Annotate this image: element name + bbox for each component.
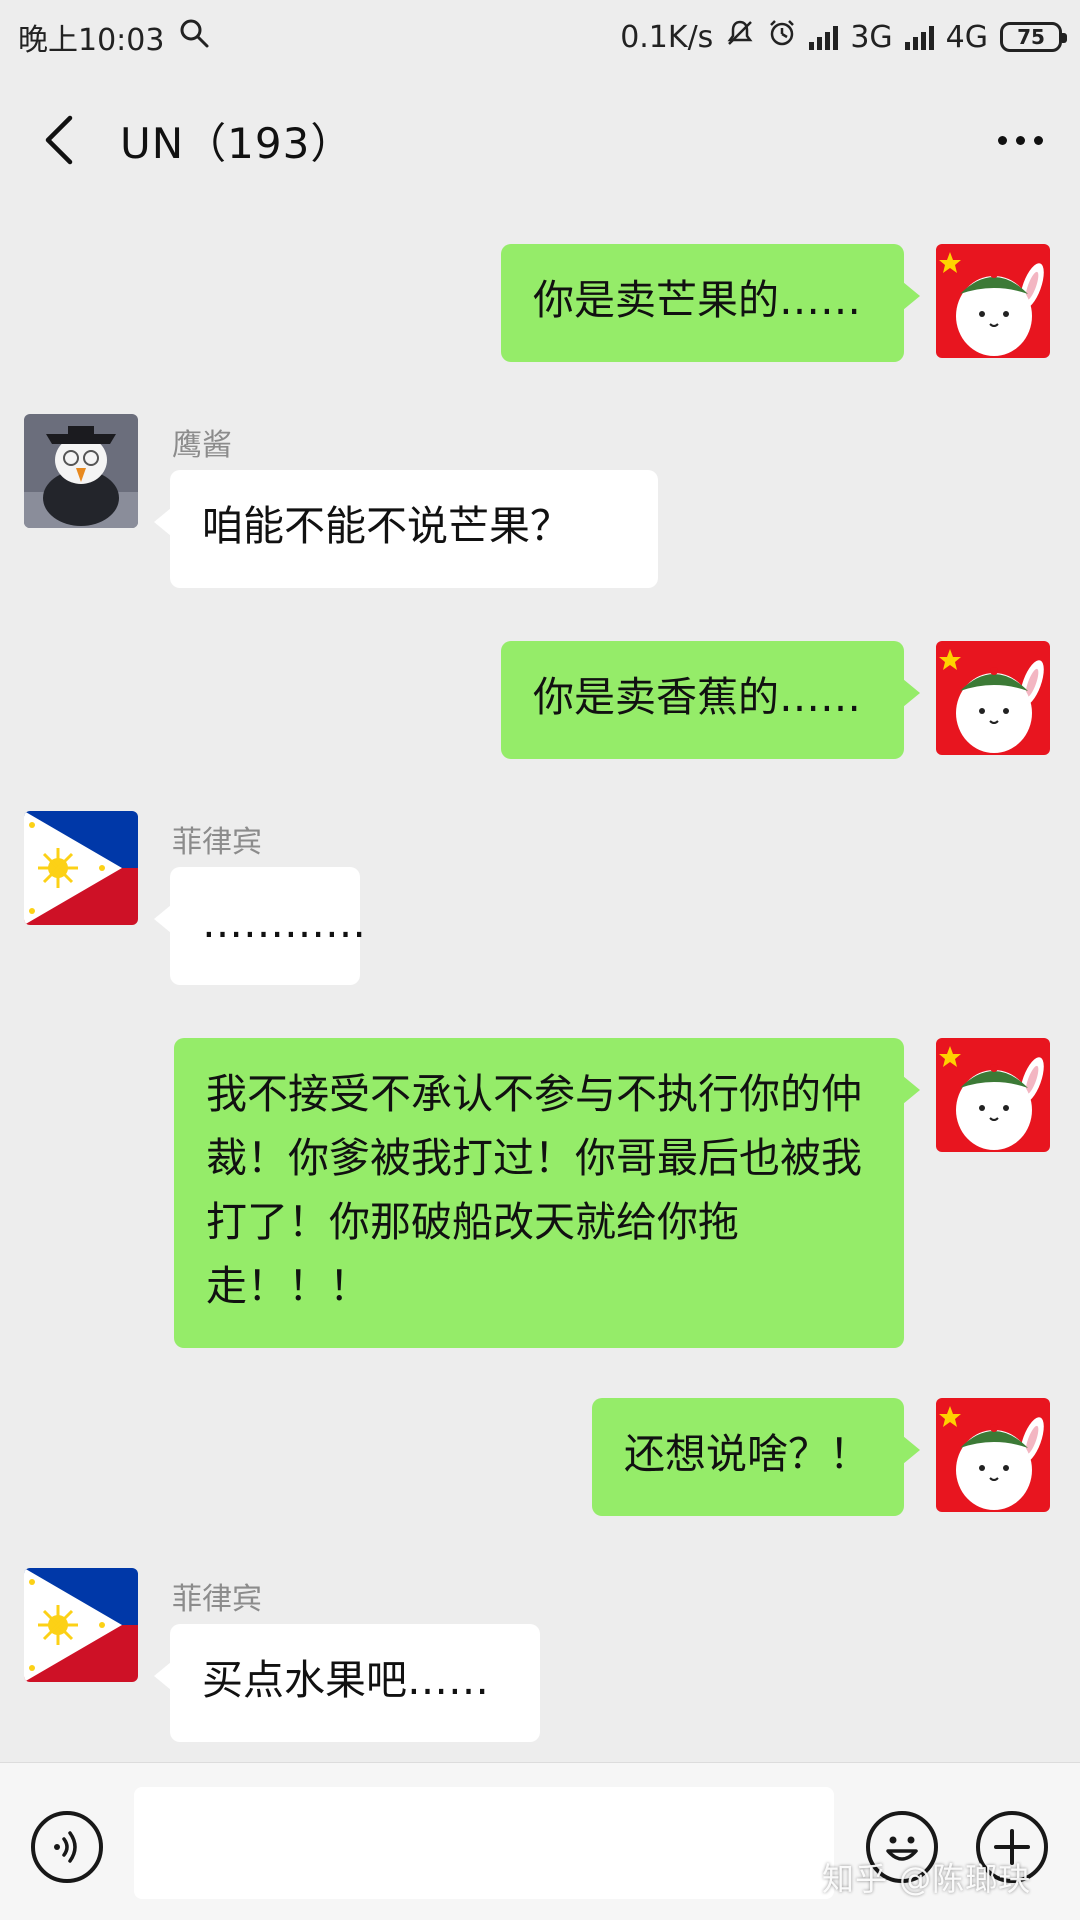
more-icon: [1015, 135, 1025, 145]
alarm-icon: [767, 18, 797, 56]
sender-name: 鹰酱: [172, 428, 232, 463]
philippines-flag-avatar[interactable]: [24, 811, 138, 925]
message-text: 还想说啥？！: [624, 1430, 870, 1478]
battery-icon: 75: [1000, 22, 1067, 52]
more-icon: [997, 135, 1007, 145]
rabbit-avatar[interactable]: [936, 1038, 1050, 1152]
message-text: 你是卖香蕉的……: [533, 673, 861, 721]
network-type-2: 4G: [945, 19, 988, 55]
sender-name: 菲律宾: [172, 825, 262, 860]
rabbit-avatar[interactable]: [936, 1398, 1050, 1512]
message-input[interactable]: [134, 1787, 834, 1899]
philippines-flag-avatar[interactable]: [24, 1568, 138, 1682]
mute-icon: [725, 18, 755, 56]
chat-screen: 晚上10:03 0.1K/s 3G 4G 75 UN（193） 你是卖芒果的………: [0, 0, 1080, 1920]
more-icon: [1033, 135, 1043, 145]
status-bar: 晚上10:03 0.1K/s 3G 4G 75: [0, 0, 1080, 74]
status-time: 晚上10:03: [18, 23, 165, 58]
message-text: 我不接受不承认不参与不执行你的仲裁！你爹被我打过！你哥最后也被我打了！你那破船改…: [206, 1070, 862, 1310]
message-text: 咱能不能不说芒果？: [202, 502, 571, 550]
rabbit-avatar[interactable]: [936, 641, 1050, 755]
message-bubble[interactable]: 还想说啥？！: [592, 1398, 920, 1516]
voice-icon: [54, 1831, 77, 1863]
voice-button[interactable]: [31, 1811, 103, 1883]
message-bubble[interactable]: 你是卖香蕉的……: [501, 641, 920, 759]
network-type-1: 3G: [850, 19, 893, 55]
message-bubble[interactable]: 我不接受不承认不参与不执行你的仲裁！你爹被我打过！你哥最后也被我打了！你那破船改…: [174, 1038, 920, 1348]
chat-title: UN（193）: [120, 118, 354, 168]
back-button[interactable]: [0, 74, 120, 206]
message-bubble[interactable]: 咱能不能不说芒果？: [154, 470, 658, 588]
message-text: 买点水果吧……: [202, 1656, 489, 1704]
status-left: 晚上10:03: [18, 15, 210, 59]
search-icon: [178, 17, 210, 57]
message-text: …………: [202, 899, 366, 947]
message-bubble[interactable]: …………: [154, 867, 366, 985]
more-button[interactable]: [960, 74, 1080, 206]
nav-bar: UN（193）: [0, 74, 1080, 206]
sender-name: 菲律宾: [172, 1582, 262, 1617]
message-bubble[interactable]: 你是卖芒果的……: [501, 244, 920, 362]
signal-icon: [904, 24, 934, 50]
watermark: 知乎 @陈瑯玦: [822, 1860, 1032, 1898]
signal-icon: [809, 24, 839, 50]
rabbit-avatar[interactable]: [936, 244, 1050, 358]
message-text: 你是卖芒果的……: [533, 276, 861, 324]
eagle-avatar[interactable]: [24, 414, 138, 528]
message-bubble[interactable]: 买点水果吧……: [154, 1624, 540, 1742]
status-right: 0.1K/s 3G 4G 75: [620, 18, 1067, 56]
network-speed: 0.1K/s: [620, 19, 714, 55]
back-icon: [45, 115, 73, 165]
battery-level: 75: [1017, 25, 1045, 49]
